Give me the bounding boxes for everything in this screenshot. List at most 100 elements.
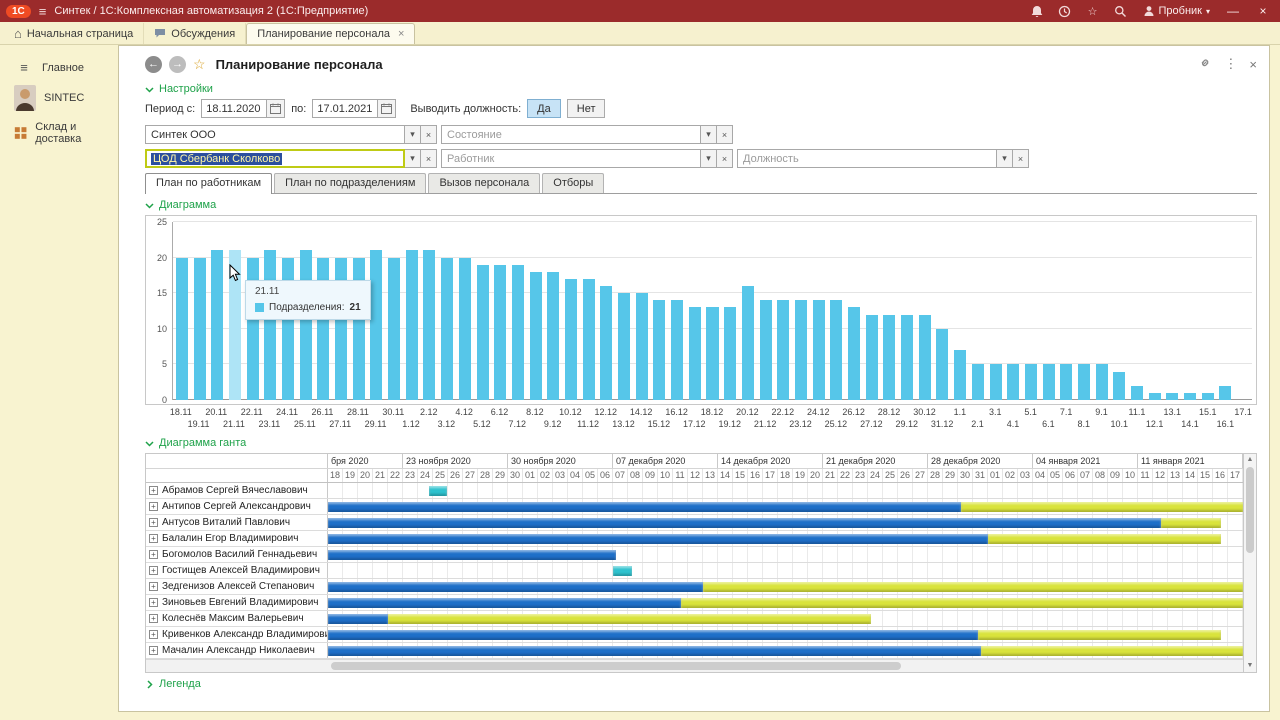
- tab-selections[interactable]: Отборы: [542, 173, 604, 193]
- horizontal-scrollbar-thumb[interactable]: [331, 662, 901, 670]
- chart-bar-2.1[interactable]: [972, 364, 984, 400]
- chart-bar-3.12[interactable]: [441, 258, 453, 400]
- row-expander-icon[interactable]: +: [149, 518, 158, 527]
- tab-close-icon[interactable]: ×: [398, 28, 404, 40]
- gantt-row-name[interactable]: +Кривенков Александр Владимирович: [146, 627, 328, 642]
- gantt-bar-plan_blue[interactable]: [328, 582, 703, 592]
- show-position-yes-button[interactable]: Да: [527, 99, 561, 118]
- chart-bar-21.12[interactable]: [760, 300, 772, 400]
- dropdown-icon[interactable]: ▾: [701, 125, 717, 144]
- chart-bar-20.11[interactable]: [211, 250, 223, 400]
- tab-personnel-call[interactable]: Вызов персонала: [428, 173, 540, 193]
- gantt-bar-plan_blue[interactable]: [328, 614, 388, 624]
- chart-bar-24.11[interactable]: [282, 258, 294, 400]
- period-to-value[interactable]: 17.01.2021: [313, 100, 377, 117]
- chart-bar-27.11[interactable]: [335, 258, 347, 400]
- row-expander-icon[interactable]: +: [149, 550, 158, 559]
- dropdown-icon[interactable]: ▾: [701, 149, 717, 168]
- period-from-field[interactable]: 18.11.2020: [201, 99, 285, 118]
- chart-bar-25.12[interactable]: [830, 300, 842, 400]
- chart-bar-12.1[interactable]: [1149, 393, 1161, 400]
- calendar-icon[interactable]: [377, 100, 395, 117]
- tab-personnel-planning[interactable]: Планирование персонала ×: [246, 23, 415, 44]
- chart-bar-20.12[interactable]: [742, 286, 754, 400]
- chart-bar-5.12[interactable]: [477, 265, 489, 400]
- chart-bar-14.12[interactable]: [636, 293, 648, 400]
- chart-bar-23.11[interactable]: [264, 250, 276, 400]
- chart-bar-9.12[interactable]: [547, 272, 559, 400]
- clear-icon[interactable]: ×: [421, 149, 437, 168]
- chart-bar-30.11[interactable]: [388, 258, 400, 400]
- chart-bar-14.1[interactable]: [1184, 393, 1196, 400]
- gantt-bar-plan_blue[interactable]: [328, 646, 981, 656]
- chart-bar-2.12[interactable]: [423, 250, 435, 400]
- vertical-scrollbar-track[interactable]: [1244, 554, 1256, 660]
- window-close-button[interactable]: ×: [1252, 2, 1274, 20]
- gantt-row-name[interactable]: +Богомолов Василий Геннадьевич: [146, 547, 328, 562]
- gantt-bar-plan_yellow[interactable]: [978, 630, 1221, 640]
- organization-value[interactable]: Синтек ООО: [145, 125, 405, 144]
- gantt-row-name[interactable]: +Балалин Егор Владимирович: [146, 531, 328, 546]
- chart-bar-31.12[interactable]: [936, 329, 948, 400]
- chart-bar-8.12[interactable]: [530, 272, 542, 400]
- worker-placeholder[interactable]: Работник: [441, 149, 701, 168]
- state-placeholder[interactable]: Состояние: [441, 125, 701, 144]
- tab-discussions[interactable]: Обсуждения: [144, 23, 246, 44]
- state-combobox[interactable]: Состояние ▾ ×: [441, 125, 733, 144]
- chart-bar-13.1[interactable]: [1166, 393, 1178, 400]
- clear-icon[interactable]: ×: [717, 149, 733, 168]
- gantt-bar-plan_blue[interactable]: [328, 502, 961, 512]
- scroll-up-icon[interactable]: ▲: [1244, 454, 1256, 466]
- chart-bar-10.12[interactable]: [565, 279, 577, 400]
- chart-bar-8.1[interactable]: [1078, 364, 1090, 400]
- chart-bar-16.12[interactable]: [671, 300, 683, 400]
- chart-bar-16.1[interactable]: [1219, 386, 1231, 400]
- back-button[interactable]: ←: [145, 56, 162, 73]
- chart-bar-26.12[interactable]: [848, 307, 860, 400]
- gantt-bar-plan_blue[interactable]: [328, 598, 681, 608]
- chart-bar-4.12[interactable]: [459, 258, 471, 400]
- chart-bar-19.11[interactable]: [194, 258, 206, 400]
- history-icon[interactable]: [1055, 2, 1075, 20]
- gantt-row-name[interactable]: +Зедгенизов Алексей Степанович: [146, 579, 328, 594]
- section-legend[interactable]: Легенда: [145, 678, 1257, 690]
- gantt-row-name[interactable]: +Колеснёв Максим Валерьевич: [146, 611, 328, 626]
- scroll-down-icon[interactable]: ▼: [1244, 660, 1256, 672]
- gantt-bar-mark_cyan[interactable]: [613, 566, 632, 576]
- chart-bar-15.12[interactable]: [653, 300, 665, 400]
- chart-bar-26.11[interactable]: [317, 258, 329, 400]
- chart-bar-12.12[interactable]: [600, 286, 612, 400]
- vertical-scrollbar[interactable]: ▲ ▼: [1243, 454, 1256, 672]
- sidebar-item-main[interactable]: ≡ Главное: [0, 55, 118, 80]
- clear-icon[interactable]: ×: [421, 125, 437, 144]
- row-expander-icon[interactable]: +: [149, 630, 158, 639]
- chart-bar-28.12[interactable]: [883, 315, 895, 400]
- gantt-bar-plan_blue[interactable]: [328, 518, 1161, 528]
- clear-icon[interactable]: ×: [717, 125, 733, 144]
- more-actions-kebab-icon[interactable]: ⋮: [1224, 56, 1237, 72]
- chart-bar-27.12[interactable]: [866, 315, 878, 400]
- chart-bar-30.12[interactable]: [919, 315, 931, 400]
- dropdown-icon[interactable]: ▾: [405, 125, 421, 144]
- gantt-row-name[interactable]: +Зиновьев Евгений Владимирович: [146, 595, 328, 610]
- chart-bar-29.11[interactable]: [370, 250, 382, 400]
- tab-plan-by-workers[interactable]: План по работникам: [145, 173, 272, 194]
- row-expander-icon[interactable]: +: [149, 502, 158, 511]
- department-value[interactable]: ЦОД Сбербанк Сколково: [145, 149, 405, 168]
- period-to-field[interactable]: 17.01.2021: [312, 99, 396, 118]
- chart-bar-6.12[interactable]: [494, 265, 506, 400]
- position-combobox[interactable]: Должность ▾ ×: [737, 149, 1029, 168]
- gantt-bar-plan_blue[interactable]: [328, 630, 978, 640]
- calendar-icon[interactable]: [266, 100, 284, 117]
- horizontal-scrollbar[interactable]: [146, 659, 1243, 672]
- gantt-bar-plan_yellow[interactable]: [961, 502, 1243, 512]
- chart-bar-11.12[interactable]: [583, 279, 595, 400]
- chart-bar-22.12[interactable]: [777, 300, 789, 400]
- row-expander-icon[interactable]: +: [149, 582, 158, 591]
- chart-bar-18.12[interactable]: [706, 307, 718, 400]
- link-icon[interactable]: [1198, 56, 1212, 73]
- dropdown-icon[interactable]: ▾: [405, 149, 421, 168]
- chart-bar-15.1[interactable]: [1202, 393, 1214, 400]
- chart-bar-29.12[interactable]: [901, 315, 913, 400]
- gantt-row-name[interactable]: +Мачалин Александр Николаевич: [146, 643, 328, 658]
